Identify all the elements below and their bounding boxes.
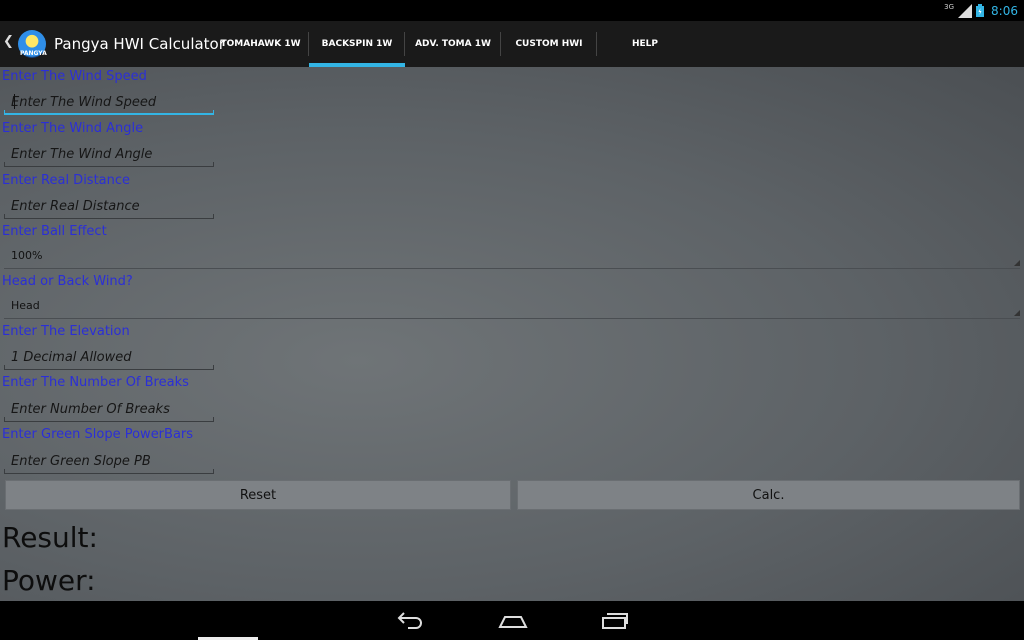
tab-label: TOMAHAWK 1W: [220, 39, 301, 49]
wind-angle-field[interactable]: [4, 141, 214, 167]
text-cursor: [14, 94, 15, 109]
power-label: Power:: [2, 564, 96, 597]
wind-angle-label: Enter The Wind Angle: [2, 121, 144, 136]
tab-label: BACKSPIN 1W: [321, 39, 393, 49]
clock: 8:06: [991, 3, 1018, 18]
field-underline: [4, 469, 214, 474]
wind-speed-field[interactable]: [4, 89, 214, 115]
breaks-field[interactable]: [4, 396, 214, 422]
ball-effect-label: Enter Ball Effect: [2, 224, 107, 239]
tab-help[interactable]: HELP: [597, 21, 693, 67]
ball-effect-value: 100%: [11, 249, 43, 262]
field-underline: [4, 417, 214, 422]
tab-bar: TOMAHAWK 1W BACKSPIN 1W ADV. TOMA 1W CUS…: [212, 21, 693, 67]
field-underline: [4, 162, 214, 167]
tab-label: HELP: [631, 39, 658, 49]
wind-direction-value: Head: [11, 299, 40, 312]
navigation-bar: [0, 601, 1024, 640]
elevation-label: Enter The Elevation: [2, 324, 130, 339]
calculator-form: Enter The Wind Speed Enter The Wind Angl…: [0, 67, 1024, 601]
recent-apps-icon[interactable]: [600, 609, 630, 631]
status-bar: 3G 8:06: [0, 0, 1024, 21]
tab-tomahawk-1w[interactable]: TOMAHAWK 1W: [212, 21, 309, 67]
green-slope-field[interactable]: [4, 448, 214, 474]
tab-backspin-1w[interactable]: BACKSPIN 1W: [309, 21, 405, 67]
wind-speed-label: Enter The Wind Speed: [2, 69, 147, 84]
breaks-label: Enter The Number Of Breaks: [2, 375, 189, 390]
ball-effect-spinner[interactable]: 100%: [4, 244, 1020, 269]
green-slope-label: Enter Green Slope PowerBars: [2, 427, 194, 442]
real-distance-label: Enter Real Distance: [2, 173, 131, 188]
elevation-input[interactable]: [4, 344, 214, 370]
result-label: Result:: [2, 521, 98, 554]
dropdown-arrow-icon: [1014, 310, 1020, 316]
tab-custom-hwi[interactable]: CUSTOM HWI: [501, 21, 597, 67]
real-distance-input[interactable]: [4, 193, 214, 219]
wind-angle-input[interactable]: [4, 141, 214, 167]
tab-label: CUSTOM HWI: [515, 39, 583, 49]
dropdown-arrow-icon: [1014, 260, 1020, 266]
field-underline: [4, 365, 214, 370]
breaks-input[interactable]: [4, 396, 214, 422]
app-logo-text: PANGYA: [20, 50, 47, 57]
app-title: Pangya HWI Calculator: [54, 35, 225, 53]
tab-label: ADV. TOMA 1W: [415, 39, 491, 49]
back-icon[interactable]: [396, 609, 426, 631]
reset-button[interactable]: Reset: [5, 480, 511, 510]
elevation-field[interactable]: [4, 344, 214, 370]
calc-button[interactable]: Calc.: [517, 480, 1020, 510]
action-bar: ❮ PANGYA Pangya HWI Calculator TOMAHAWK …: [0, 21, 1024, 68]
tab-adv-toma-1w[interactable]: ADV. TOMA 1W: [405, 21, 501, 67]
wind-direction-spinner[interactable]: Head: [4, 294, 1020, 319]
network-type-label: 3G: [944, 2, 955, 11]
app-logo[interactable]: PANGYA: [18, 30, 47, 58]
status-icons: 3G 8:06: [944, 0, 1018, 21]
battery-icon: [976, 4, 985, 17]
chevron-left-icon[interactable]: ❮: [3, 34, 14, 49]
signal-icon: [958, 3, 973, 18]
wind-speed-input[interactable]: [4, 89, 214, 115]
wind-direction-label: Head or Back Wind?: [2, 274, 133, 289]
real-distance-field[interactable]: [4, 193, 214, 219]
green-slope-input[interactable]: [4, 448, 214, 474]
field-underline: [4, 110, 214, 115]
home-icon[interactable]: [497, 609, 529, 631]
field-underline: [4, 214, 214, 219]
